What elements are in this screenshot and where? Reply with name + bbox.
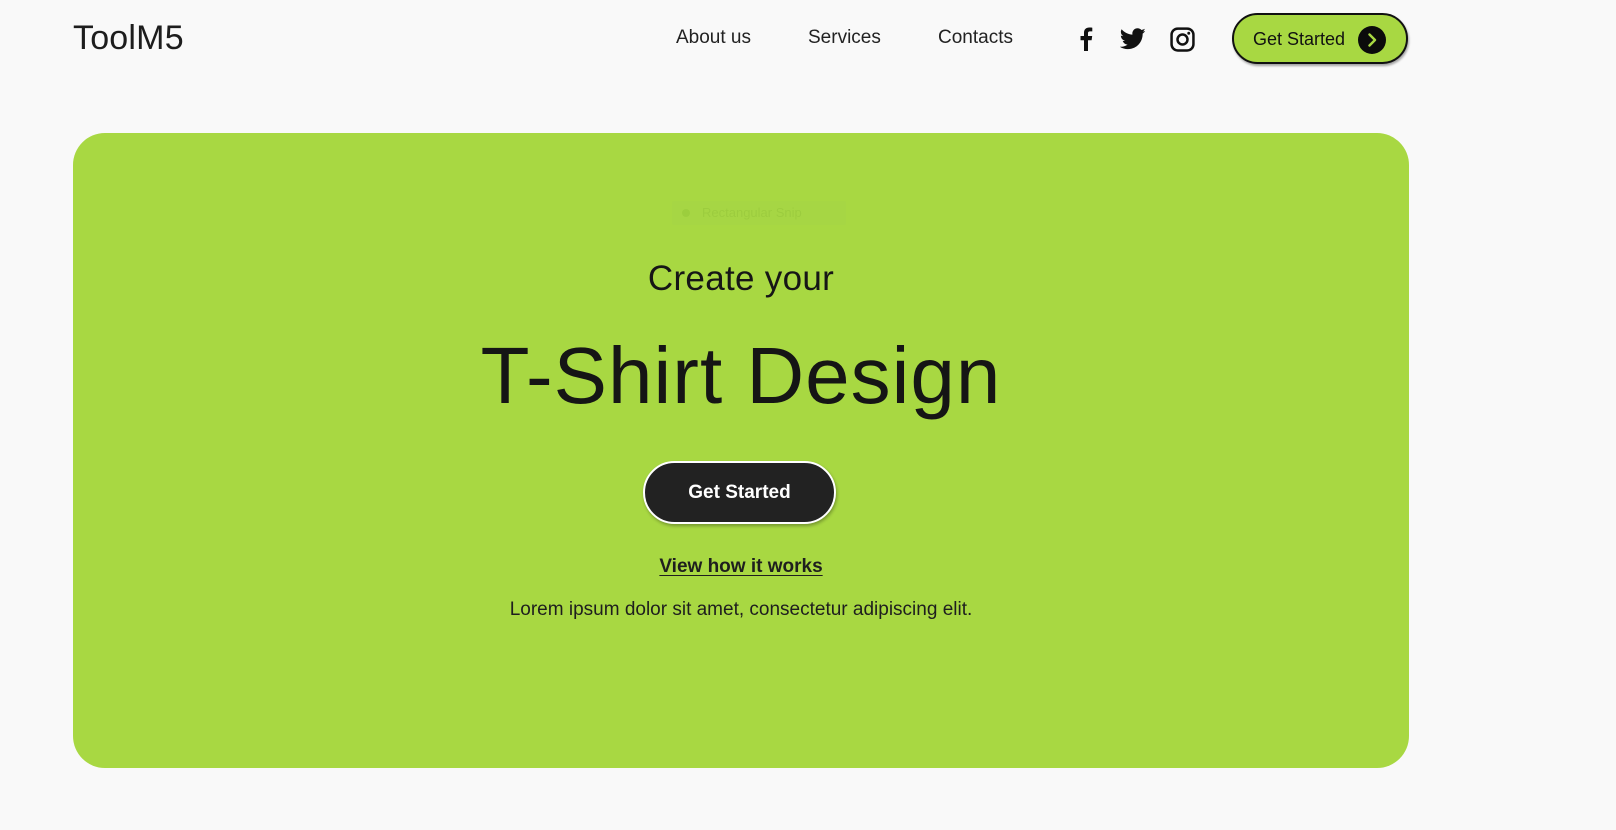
view-how-it-works-link[interactable]: View how it works — [659, 556, 822, 577]
twitter-icon[interactable] — [1120, 26, 1146, 52]
hero-title: T-Shirt Design — [480, 331, 1002, 420]
instagram-icon[interactable] — [1169, 26, 1195, 52]
nav-link-services[interactable]: Services — [808, 26, 881, 50]
nav-link-about-us[interactable]: About us — [676, 26, 751, 50]
header-get-started-label: Get Started — [1253, 28, 1346, 49]
snip-overlay: Rectangular Snip — [672, 201, 846, 225]
hero-description: Lorem ipsum dolor sit amet, consectetur … — [509, 599, 973, 620]
header-get-started-button[interactable]: Get Started — [1232, 13, 1408, 64]
page: ToolM5 About us Services Contacts Get St… — [0, 0, 1616, 830]
snip-label: Rectangular Snip — [702, 205, 802, 220]
site-header: ToolM5 About us Services Contacts Get St… — [0, 0, 1616, 78]
hero-get-started-button[interactable]: Get Started — [643, 461, 836, 524]
chevron-right-icon — [1358, 26, 1386, 54]
hero-section: Rectangular Snip Create your T-Shirt Des… — [73, 133, 1409, 768]
nav-link-contacts[interactable]: Contacts — [938, 26, 1013, 50]
snip-icon — [682, 209, 690, 217]
view-how-it-works-wrapper: View how it works — [73, 555, 1409, 579]
facebook-icon[interactable] — [1073, 26, 1099, 52]
logo[interactable]: ToolM5 — [73, 18, 184, 58]
hero-subtitle: Create your — [647, 259, 835, 298]
